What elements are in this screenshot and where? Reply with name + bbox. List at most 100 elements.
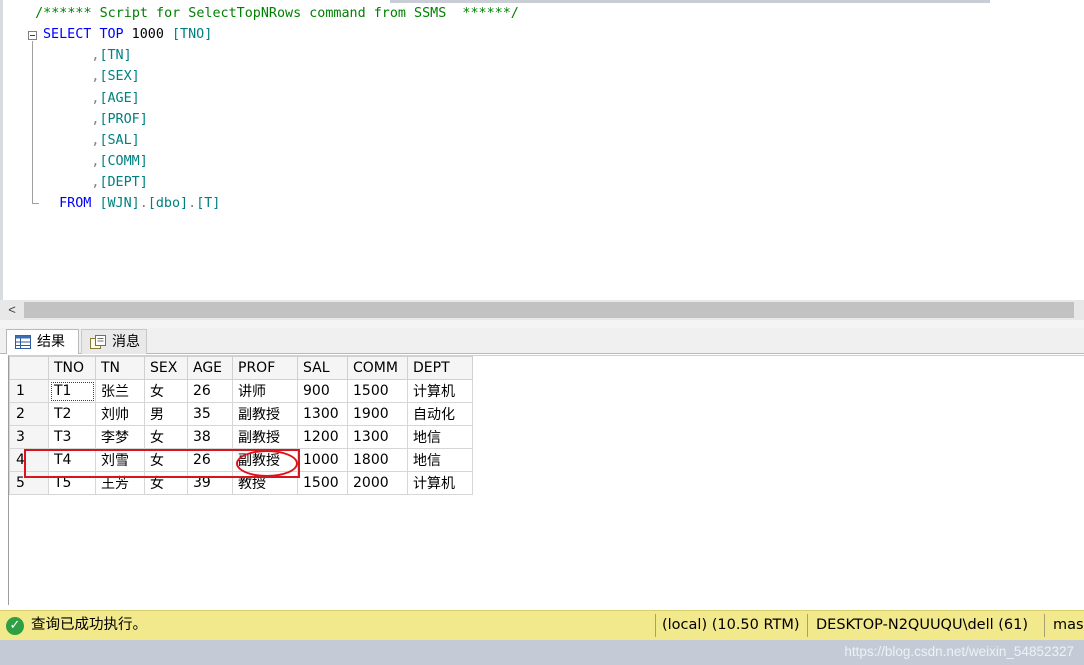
row-number[interactable]: 1	[9, 379, 49, 403]
table-cell[interactable]: 刘帅	[95, 402, 145, 426]
status-database: mas	[1053, 617, 1084, 633]
table-cell[interactable]: 1300	[297, 402, 348, 426]
fold-guide	[32, 41, 33, 204]
column-header-comm[interactable]: COMM	[347, 356, 408, 380]
table-header-row: TNO TN SEX AGE PROF SAL COMM DEPT	[9, 356, 473, 380]
code-token: [DEPT]	[99, 175, 148, 191]
tab-results[interactable]: 结果	[6, 329, 79, 354]
table-cell[interactable]: 1300	[347, 425, 408, 449]
column-header-tno[interactable]: TNO	[48, 356, 96, 380]
success-check-icon: ✓	[6, 617, 24, 635]
fold-guide-end	[32, 203, 39, 204]
code-token: [TNO]	[172, 27, 213, 43]
results-tabs: 结果 消息	[0, 328, 1084, 354]
code-token: [AGE]	[99, 90, 140, 106]
code-token: [TN]	[99, 48, 132, 64]
editor-margin	[0, 0, 3, 300]
code-line: SELECT TOP 1000 [TNO]	[43, 24, 212, 45]
code-line: ,[PROF]	[43, 109, 148, 130]
editor-horizontal-scrollbar[interactable]: <	[0, 300, 1084, 320]
code-token: [PROF]	[99, 111, 148, 127]
column-header-dept[interactable]: DEPT	[407, 356, 473, 380]
table-cell[interactable]: 38	[187, 425, 233, 449]
code-token: .	[188, 196, 197, 212]
table-row[interactable]: 2 T2 刘帅男 35 副教授 1300 1900 自动化	[9, 402, 473, 426]
table-cell[interactable]: 1900	[347, 402, 408, 426]
sql-editor[interactable]: /****** Script for SelectTopNRows comman…	[0, 0, 1084, 300]
table-cell[interactable]: 男	[144, 402, 188, 426]
table-cell[interactable]: 自动化	[407, 402, 473, 426]
code-line: FROM [WJN].[dbo].[T]	[43, 193, 220, 214]
column-header-sex[interactable]: SEX	[144, 356, 188, 380]
pane-splitter[interactable]	[0, 320, 1084, 328]
code-token: .	[139, 196, 148, 212]
collapse-icon[interactable]	[28, 31, 37, 40]
code-line: ,[SEX]	[43, 66, 139, 87]
code-token: 1000	[123, 27, 172, 43]
table-cell[interactable]: 讲师	[232, 379, 298, 403]
code-token: [dbo]	[147, 196, 189, 212]
table-cell[interactable]: 26	[187, 379, 233, 403]
table-cell[interactable]: 计算机	[407, 379, 473, 403]
table-cell[interactable]: 35	[187, 402, 233, 426]
tab-messages-label: 消息	[112, 334, 140, 350]
table-cell[interactable]: 1200	[297, 425, 348, 449]
results-grid[interactable]: TNO TN SEX AGE PROF SAL COMM DEPT 1 T1 张兰女 26 讲师 900…	[8, 355, 1084, 605]
table-cell[interactable]: 副教授	[232, 425, 298, 449]
status-message: 查询已成功执行。	[31, 617, 147, 633]
table-cell[interactable]: 1500	[347, 379, 408, 403]
code-token: [WJN]	[99, 196, 140, 212]
code-line: ,[SAL]	[43, 130, 140, 151]
table-cell[interactable]: T2	[48, 402, 96, 426]
column-header-tn[interactable]: TN	[95, 356, 145, 380]
row-number[interactable]: 3	[9, 425, 49, 449]
row-number-header[interactable]	[9, 356, 49, 380]
table-cell[interactable]: T3	[48, 425, 96, 449]
table-cell[interactable]: 900	[297, 379, 348, 403]
table-cell[interactable]: T1	[48, 379, 96, 403]
code-token: /****** Script for SelectTopNRows comman…	[19, 6, 519, 21]
tab-results-label: 结果	[37, 334, 65, 350]
tab-messages[interactable]: 消息	[81, 329, 147, 354]
table-cell[interactable]: 地信	[407, 425, 473, 449]
table-row[interactable]: 1 T1 张兰女 26 讲师 900 1500 计算机	[9, 379, 473, 403]
status-bar: ✓ 查询已成功执行。 (local) (10.50 RTM) DESKTOP-N…	[0, 610, 1084, 640]
table-cell[interactable]: 1500	[297, 471, 348, 495]
code-token: [SAL]	[99, 132, 140, 148]
table-cell[interactable]: 李梦	[95, 425, 145, 449]
highlight-ellipse	[236, 450, 298, 477]
status-user: DESKTOP-N2QUUQU\dell (61)	[816, 617, 1029, 633]
row-number[interactable]: 2	[9, 402, 49, 426]
table-cell[interactable]: 副教授	[232, 402, 298, 426]
table-cell[interactable]: 1800	[347, 448, 408, 472]
column-header-age[interactable]: AGE	[187, 356, 233, 380]
code-token: SELECT	[43, 27, 92, 43]
code-line: ,[DEPT]	[43, 172, 148, 193]
scrollbar-thumb[interactable]	[24, 302, 1074, 318]
table-cell[interactable]: 1000	[297, 448, 348, 472]
table-row[interactable]: 3 T3 李梦女 38 副教授 1200 1300 地信	[9, 425, 473, 449]
table-cell[interactable]: 2000	[347, 471, 408, 495]
column-header-sal[interactable]: SAL	[297, 356, 348, 380]
status-separator	[807, 614, 808, 637]
table-cell[interactable]: 女	[144, 425, 188, 449]
code-line: ,[TN]	[43, 45, 132, 66]
code-token: [COMM]	[99, 154, 148, 170]
code-token: FROM	[59, 196, 92, 212]
scroll-left-arrow-icon[interactable]: <	[4, 300, 20, 320]
code-line: /****** Script for SelectTopNRows comman…	[19, 3, 519, 24]
table-cell[interactable]: 计算机	[407, 471, 473, 495]
column-header-prof[interactable]: PROF	[232, 356, 298, 380]
status-separator	[655, 614, 656, 637]
table-cell[interactable]: 张兰	[95, 379, 145, 403]
status-server: (local) (10.50 RTM)	[662, 617, 800, 633]
code-token: [T]	[196, 196, 221, 212]
watermark-text: https://blog.csdn.net/weixin_54852327	[844, 644, 1074, 659]
table-cell[interactable]: 地信	[407, 448, 473, 472]
table-cell[interactable]: 女	[144, 379, 188, 403]
